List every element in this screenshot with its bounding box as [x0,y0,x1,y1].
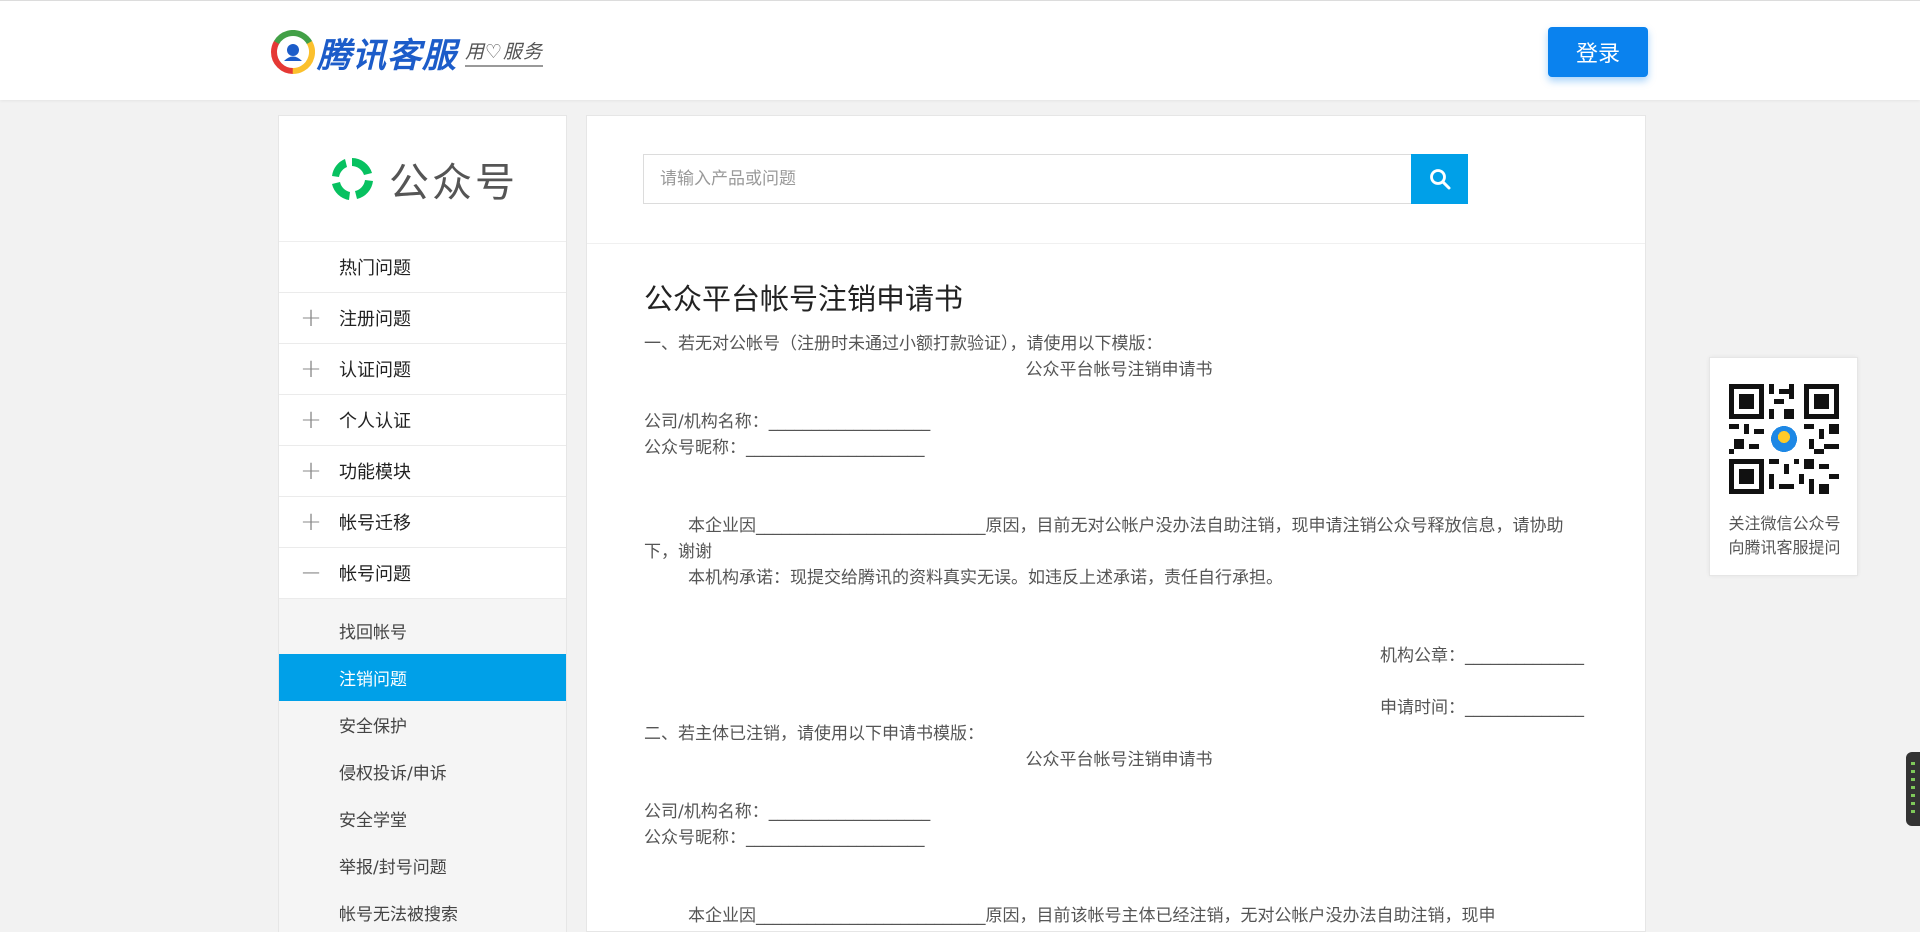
sub-item-report-ban[interactable]: 举报/封号问题 [279,842,566,889]
product-name: 公众号 [389,159,518,206]
nav-item-label: 帐号问题 [339,564,411,585]
logo-text: 腾讯客服 [317,35,457,76]
side-edge-tab[interactable] [1906,752,1920,826]
plus-icon: + [300,354,322,384]
sub-item-not-searchable[interactable]: 帐号无法被搜索 [279,889,566,932]
logo-slogan: 用♡服务 [465,37,544,67]
sub-nav-list: 找回帐号 注销问题 安全保护 侵权投诉/申诉 安全学堂 举报/封号问题 帐号无法… [279,599,566,932]
plus-icon: + [300,456,322,486]
product-header: 公众号 [279,116,566,242]
section1-nickname-field: 公众号昵称：_____________________ [644,438,925,458]
search-button[interactable] [1411,154,1468,204]
nav-item-label: 帐号迁移 [339,513,411,534]
plus-icon: + [300,303,322,333]
section2-intro: 二、若主体已注销，请使用以下申请书模版： [644,724,984,744]
plus-icon: + [300,405,322,435]
article-title: 公众平台帐号注销申请书 [644,282,964,316]
section1-company-field: 公司/机构名称：___________________ [644,412,931,432]
section2-body-reason: 本企业因___________________________原因，目前该帐号主… [688,906,1496,926]
nav-item-label: 个人认证 [339,411,411,432]
qr-code-icon [1729,384,1839,494]
expand-icon [301,242,321,292]
tencent-service-logo-icon [271,30,315,74]
qr-caption-line1: 关注微信公众号 [1728,514,1841,533]
section1-date-field: 申请时间：______________ [1380,698,1584,718]
qr-caption: 关注微信公众号 向腾讯客服提问 [1710,512,1859,560]
plus-icon: + [300,507,322,537]
nav-item-account-issues[interactable]: − 帐号问题 [279,548,566,599]
nav-item-hot-questions[interactable]: 热门问题 [279,242,566,293]
sub-item-recover-account[interactable]: 找回帐号 [279,607,566,654]
nav-item-label: 注册问题 [339,309,411,330]
nav-item-registration[interactable]: + 注册问题 [279,293,566,344]
nav-item-label: 功能模块 [339,462,411,483]
nav-item-verification[interactable]: + 认证问题 [279,344,566,395]
nav-item-label: 认证问题 [339,360,411,381]
nav-item-personal-verification[interactable]: + 个人认证 [279,395,566,446]
sub-item-deregistration[interactable]: 注销问题 [279,654,566,701]
qr-caption-line2: 向腾讯客服提问 [1728,538,1841,557]
section2-nickname-field: 公众号昵称：_____________________ [644,828,925,848]
section1-seal-field: 机构公章：______________ [1380,646,1584,666]
nav-item-label: 热门问题 [339,258,411,279]
sidebar: 公众号 热门问题 + 注册问题 + 认证问题 + 个人认证 + 功能模块 + 帐… [278,115,567,932]
section2-company-field: 公司/机构名称：___________________ [644,802,931,822]
nav-item-feature-modules[interactable]: + 功能模块 [279,446,566,497]
section1-body-pledge: 本机构承诺：现提交给腾讯的资料真实无误。如违反上述承诺，责任自行承担。 [688,568,1283,588]
nav-item-account-migration[interactable]: + 帐号迁移 [279,497,566,548]
login-button[interactable]: 登录 [1548,27,1648,77]
top-header: 腾讯客服 用♡服务 登录 [0,0,1920,100]
search-bar [587,116,1645,244]
section2-heading: 公众平台帐号注销申请书 [1025,750,1213,770]
sub-item-security-school[interactable]: 安全学堂 [279,795,566,842]
minus-icon: − [300,558,322,588]
wechat-qr-widget[interactable]: 关注微信公众号 向腾讯客服提问 [1709,357,1858,576]
section1-body-reason: 本企业因___________________________原因，目前无对公帐… [644,516,1564,562]
section1-intro: 一、若无对公帐号（注册时未通过小额打款验证），请使用以下模版： [644,334,1163,354]
sub-item-security-protection[interactable]: 安全保护 [279,701,566,748]
sub-item-infringement-complaint[interactable]: 侵权投诉/申诉 [279,748,566,795]
search-input[interactable] [643,154,1413,204]
site-logo[interactable]: 腾讯客服 用♡服务 [271,27,544,77]
section1-heading: 公众平台帐号注销申请书 [1025,360,1213,380]
article: 公众平台帐号注销申请书 一、若无对公帐号（注册时未通过小额打款验证），请使用以下… [644,279,1594,929]
official-account-logo-icon [332,157,373,200]
search-icon [1429,169,1450,190]
main-content: 公众平台帐号注销申请书 一、若无对公帐号（注册时未通过小额打款验证），请使用以下… [586,115,1646,932]
